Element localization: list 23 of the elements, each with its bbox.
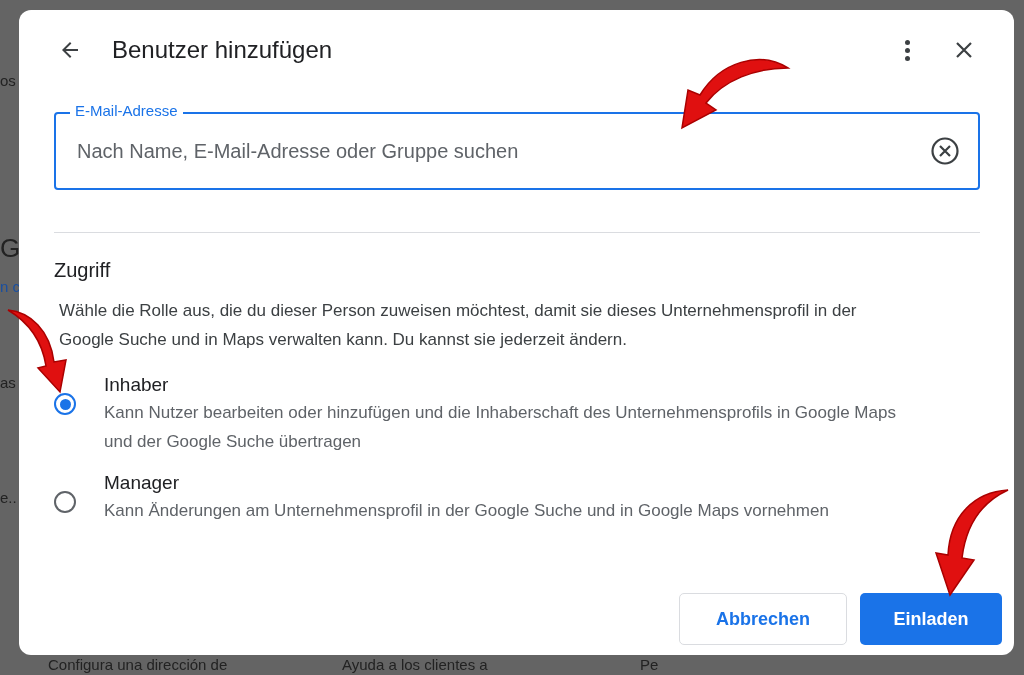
radio-button[interactable] [54,393,76,415]
invite-button[interactable]: Einladen [860,593,1002,645]
background-text: os [0,72,16,89]
cancel-button[interactable]: Abbrechen [679,593,847,645]
background-text: Configura una dirección de [48,656,228,673]
background-text: as [0,374,16,391]
background-text: n c [0,278,20,295]
section-description: Wähle die Rolle aus, die du dieser Person zuweisen möchtest, damit sie dieses Unternehmensprofil in der Google Suche und in Maps verwalten kann. Du kannst sie jederzeit ändern. [59,300,858,351]
radio-button[interactable] [54,491,76,513]
role-label: Inhaber [104,373,170,397]
background-text: e.. [0,489,17,506]
background-text: G [0,240,21,257]
dialog-title: Benutzer hinzufügen [112,36,334,64]
background-text: Ayuda a los clientes a [342,656,488,673]
role-description: Kann Änderungen am Unternehmensprofil in der Google Suche und in Google Maps vornehmen [104,500,830,522]
role-label: Manager [104,471,180,495]
clear-icon [930,136,960,166]
section-heading: Zugriff [54,259,112,282]
role-description: Kann Nutzer bearbeiten oder hinzufügen und die Inhaberschaft des Unternehmensprofils in Google Maps und der Google Suche übertragen [104,402,897,453]
more-options-icon [905,39,910,61]
clear-button[interactable] [930,136,960,166]
field-label: E-Mail-Adresse [70,102,183,119]
background-text: Pe [640,656,659,673]
